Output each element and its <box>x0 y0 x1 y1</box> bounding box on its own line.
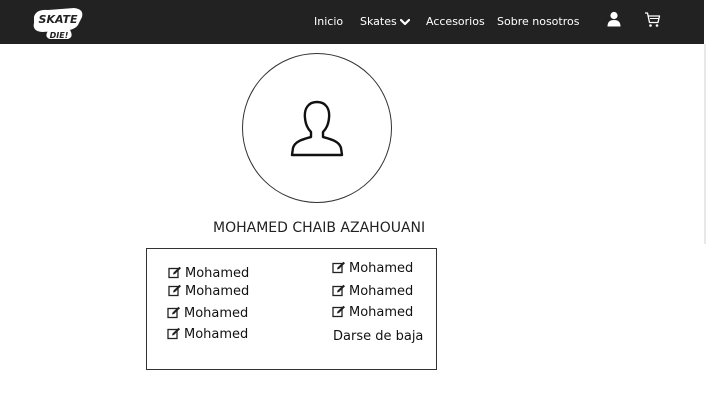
edit-field-left-3[interactable]: Mohamed <box>167 306 248 322</box>
nav-link-skates-label: Skates <box>360 15 397 28</box>
profile-avatar <box>242 53 392 203</box>
edit-field-left-1[interactable]: Mohamed <box>168 266 249 282</box>
nav-link-sobre-nosotros[interactable]: Sobre nosotros <box>497 14 579 30</box>
edit-field-label: Mohamed <box>349 261 414 276</box>
edit-field-left-4[interactable]: Mohamed <box>167 327 248 343</box>
user-icon[interactable] <box>607 11 621 31</box>
edit-field-label: Mohamed <box>185 266 250 281</box>
edit-icon <box>332 305 345 318</box>
edit-field-left-2[interactable]: Mohamed <box>168 284 249 300</box>
profile-name: MOHAMED CHAIB AZAHOUANI <box>213 220 426 236</box>
skate-or-die-logo[interactable]: SKATE DIE! <box>30 5 86 41</box>
top-navbar: SKATE DIE! Inicio Skates Accesorios Sobr… <box>0 0 704 44</box>
person-silhouette-icon <box>290 100 344 157</box>
chevron-down-icon <box>399 18 410 26</box>
profile-options-box: Mohamed Mohamed Mohamed Mohamed Mohamed … <box>146 248 437 370</box>
edit-field-right-1[interactable]: Mohamed <box>332 261 413 277</box>
cart-icon[interactable] <box>644 11 661 32</box>
svg-text:DIE!: DIE! <box>50 31 69 40</box>
edit-field-label: Mohamed <box>184 327 249 342</box>
edit-icon <box>168 266 181 279</box>
edit-field-label: Mohamed <box>185 284 250 299</box>
nav-link-inicio[interactable]: Inicio <box>314 14 343 30</box>
edit-field-label: Mohamed <box>184 306 249 321</box>
edit-field-label: Mohamed <box>349 284 414 299</box>
edit-icon <box>167 306 180 319</box>
unsubscribe-link[interactable]: Darse de baja <box>333 329 423 345</box>
edit-icon <box>167 327 180 340</box>
profile-page: SKATE DIE! Inicio Skates Accesorios Sobr… <box>0 0 706 413</box>
edit-icon <box>332 261 345 274</box>
edit-field-right-3[interactable]: Mohamed <box>332 305 413 321</box>
nav-link-skates[interactable]: Skates <box>360 14 410 30</box>
svg-text:SKATE: SKATE <box>39 13 78 26</box>
edit-field-label: Mohamed <box>349 305 414 320</box>
edit-icon <box>168 284 181 297</box>
edit-icon <box>332 284 345 297</box>
edit-field-right-2[interactable]: Mohamed <box>332 284 413 300</box>
nav-link-accesorios[interactable]: Accesorios <box>426 14 485 30</box>
